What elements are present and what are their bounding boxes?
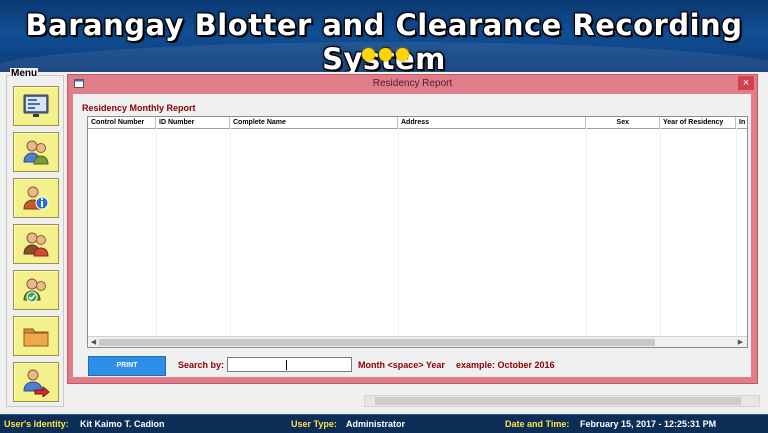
window-titlebar[interactable]: Residency Report ×: [68, 75, 757, 93]
work-area: Residency Report × Residency Monthly Rep…: [66, 72, 768, 408]
search-example-hint: example: October 2016: [456, 360, 555, 370]
menu-panel: Menu: [4, 68, 64, 408]
residency-table[interactable]: Control Number ID Number Complete Name A…: [87, 116, 748, 348]
dot-icon: [396, 48, 409, 61]
column-divider: [660, 128, 661, 338]
dot-icon: [362, 48, 375, 61]
menu-button-logout[interactable]: [13, 362, 59, 402]
column-divider: [230, 128, 231, 338]
column-header[interactable]: ID Number: [156, 117, 230, 128]
menu-button-records[interactable]: [13, 316, 59, 356]
column-divider: [736, 128, 737, 338]
decorative-dots: [362, 48, 409, 61]
user-info-icon: [23, 186, 49, 210]
scroll-right-icon[interactable]: ▶: [736, 338, 745, 347]
header-banner: Barangay Blotter and Clearance Recording…: [0, 0, 768, 72]
column-header[interactable]: Year of Residency: [660, 117, 736, 128]
report-heading: Residency Monthly Report: [82, 103, 196, 113]
scrollbar-thumb[interactable]: [375, 397, 741, 405]
menu-button-approve-resident[interactable]: [13, 270, 59, 310]
user-check-icon: [23, 278, 46, 303]
print-button[interactable]: PRINT: [88, 356, 166, 376]
column-header[interactable]: In: [736, 117, 747, 128]
menu-button-dashboard[interactable]: [13, 86, 59, 126]
column-header[interactable]: Control Number: [88, 117, 156, 128]
status-bar: User's Identity: Kit Kaimo T. Cadion Use…: [0, 414, 768, 433]
folder-icon: [23, 328, 49, 347]
table-header-row: Control Number ID Number Complete Name A…: [88, 117, 747, 129]
window-body: Residency Monthly Report Control Number …: [73, 94, 751, 377]
menu-button-resident-info[interactable]: [13, 178, 59, 218]
scroll-left-icon[interactable]: ◀: [89, 338, 98, 347]
column-divider: [586, 128, 587, 338]
search-format-hint: Month <space> Year: [358, 360, 445, 370]
user-edit-icon: [23, 232, 49, 257]
column-divider: [156, 128, 157, 338]
identity-value: Kit Kaimo T. Cadion: [80, 419, 165, 429]
datetime-label: Date and Time:: [505, 419, 570, 429]
search-input[interactable]: [227, 357, 352, 372]
column-header[interactable]: Complete Name: [230, 117, 398, 128]
form-horizontal-scrollbar[interactable]: [364, 395, 760, 407]
menu-button-edit-resident[interactable]: [13, 224, 59, 264]
menu-button-residents[interactable]: [13, 132, 59, 172]
app-title: Barangay Blotter and Clearance Recording…: [25, 8, 743, 72]
datetime-value: February 15, 2017 - 12:25:31 PM: [580, 419, 717, 429]
dot-icon: [379, 48, 392, 61]
menu-title: Menu: [10, 68, 39, 79]
dashboard-screen-icon: [23, 94, 49, 117]
user-logout-icon: [23, 369, 50, 397]
identity-label: User's Identity:: [4, 419, 69, 429]
search-label: Search by:: [178, 360, 225, 370]
residency-report-window: Residency Report × Residency Monthly Rep…: [67, 74, 758, 384]
column-header[interactable]: Address: [398, 117, 586, 128]
user-type-value: Administrator: [346, 419, 406, 429]
text-caret: [286, 360, 287, 370]
column-divider: [398, 128, 399, 338]
close-button[interactable]: ×: [738, 76, 754, 90]
user-type-label: User Type:: [291, 419, 337, 429]
column-header[interactable]: Sex: [586, 117, 660, 128]
table-horizontal-scrollbar[interactable]: ◀ ▶: [88, 336, 747, 347]
users-icon: [23, 140, 49, 165]
scrollbar-thumb[interactable]: [99, 339, 655, 346]
window-title: Residency Report: [372, 78, 453, 89]
